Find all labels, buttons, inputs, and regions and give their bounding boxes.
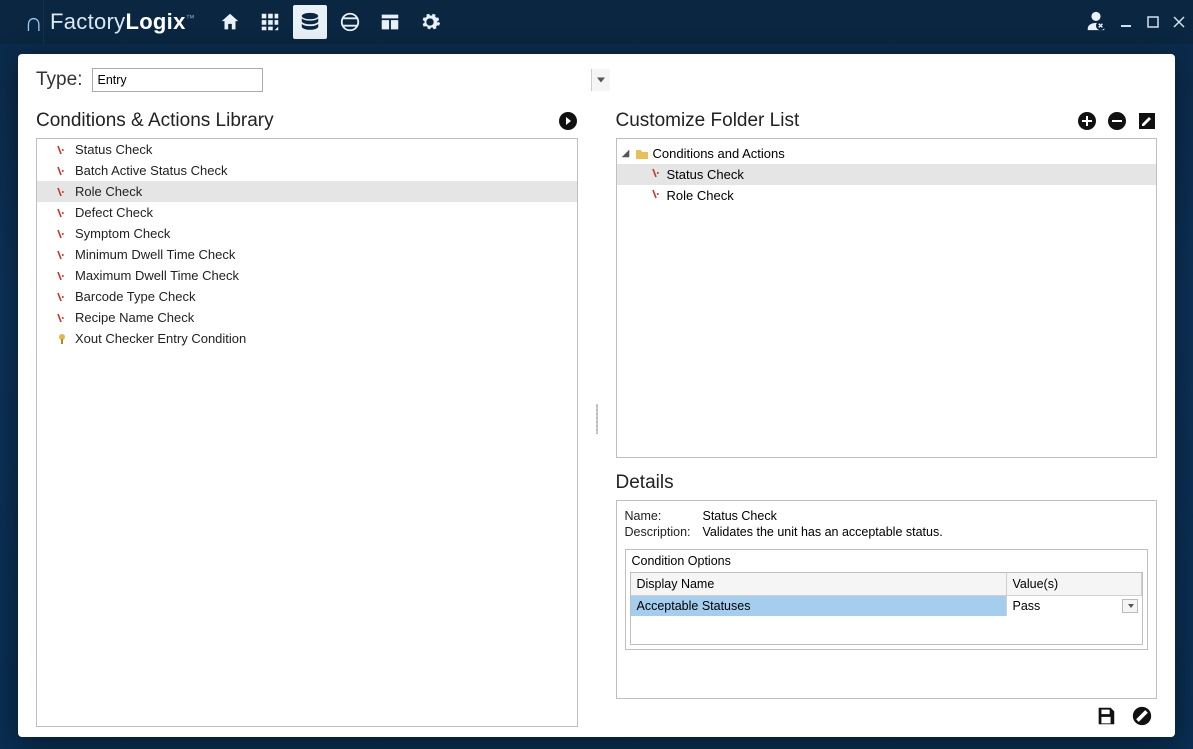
main-panel: Type: Conditions & Actions Library Statu…	[18, 54, 1175, 737]
library-item[interactable]: Minimum Dwell Time Check	[37, 244, 577, 265]
close-icon[interactable]	[1173, 16, 1185, 28]
col-display-name: Display Name	[631, 573, 1007, 596]
window-icon[interactable]	[373, 5, 407, 39]
globe-icon[interactable]	[333, 5, 367, 39]
type-row: Type:	[36, 68, 1157, 92]
check-icon	[55, 269, 69, 283]
tree-item-label: Status Check	[667, 167, 744, 182]
library-column: Conditions & Actions Library Status Chec…	[36, 110, 578, 727]
library-item[interactable]: Batch Active Status Check	[37, 160, 577, 181]
toolbar	[213, 5, 447, 39]
library-item-label: Xout Checker Entry Condition	[75, 331, 246, 346]
library-item-label: Batch Active Status Check	[75, 163, 227, 178]
grid-icon[interactable]	[253, 5, 287, 39]
library-item[interactable]: Symptom Check	[37, 223, 577, 244]
col-values: Value(s)	[1007, 573, 1143, 596]
check-icon	[55, 311, 69, 325]
splitter[interactable]	[594, 110, 600, 727]
brand-part2: Logix	[125, 9, 185, 34]
check-icon	[55, 185, 69, 199]
check-icon	[55, 206, 69, 220]
library-item-label: Defect Check	[75, 205, 153, 220]
edit-icon[interactable]	[1137, 111, 1157, 131]
collapse-icon[interactable]: ◢	[621, 148, 631, 159]
check-icon	[651, 188, 663, 203]
library-item-label: Minimum Dwell Time Check	[75, 247, 235, 262]
library-item[interactable]: Maximum Dwell Time Check	[37, 265, 577, 286]
tree-item-label: Role Check	[667, 188, 734, 203]
tree-root-label: Conditions and Actions	[653, 146, 785, 161]
type-select[interactable]	[92, 68, 263, 92]
database-icon[interactable]	[293, 5, 327, 39]
library-list[interactable]: Status Check Batch Active Status Check Rol…	[36, 138, 578, 727]
remove-icon[interactable]	[1107, 111, 1127, 131]
check-icon	[55, 164, 69, 178]
type-label: Type:	[36, 69, 82, 91]
app-logo: ∩	[0, 0, 44, 44]
library-item-label: Symptom Check	[75, 226, 170, 241]
brand-text: FactoryLogix™	[44, 9, 195, 35]
footer-actions	[616, 699, 1158, 727]
details-title: Details	[616, 472, 1158, 494]
brand-part1: Factory	[50, 9, 125, 34]
cancel-icon[interactable]	[1131, 705, 1153, 727]
move-right-icon[interactable]	[558, 111, 578, 131]
tree-item[interactable]: Status Check	[617, 164, 1157, 185]
library-item[interactable]: Barcode Type Check	[37, 286, 577, 307]
user-icon[interactable]	[1085, 10, 1107, 35]
library-item[interactable]: Status Check	[37, 139, 577, 160]
home-icon[interactable]	[213, 5, 247, 39]
folder-column: Customize Folder List ◢ Conditions and Ac…	[616, 110, 1158, 727]
library-item-label: Barcode Type Check	[75, 289, 195, 304]
tree-item[interactable]: Role Check	[617, 185, 1157, 206]
options-row[interactable]: Acceptable Statuses Pass	[631, 596, 1143, 616]
maximize-icon[interactable]	[1147, 16, 1159, 28]
row-value: Pass	[1013, 599, 1041, 613]
check-icon	[651, 167, 663, 182]
desc-value: Validates the unit has an acceptable sta…	[703, 525, 943, 539]
condition-options: Condition Options Display Name Value(s) …	[625, 549, 1149, 650]
save-icon[interactable]	[1095, 705, 1117, 727]
add-icon[interactable]	[1077, 111, 1097, 131]
check-icon	[55, 290, 69, 304]
library-item-label: Role Check	[75, 184, 142, 199]
tree-root[interactable]: ◢ Conditions and Actions	[617, 143, 1157, 164]
library-item[interactable]: Xout Checker Entry Condition	[37, 328, 577, 349]
library-item-label: Status Check	[75, 142, 152, 157]
gear-icon[interactable]	[413, 5, 447, 39]
check-icon	[55, 227, 69, 241]
row-display-name: Acceptable Statuses	[631, 596, 1007, 616]
library-title: Conditions & Actions Library	[36, 110, 274, 132]
name-label: Name:	[625, 509, 695, 523]
row-value-select[interactable]: Pass	[1007, 596, 1143, 616]
options-title: Condition Options	[626, 550, 1148, 572]
folder-title: Customize Folder List	[616, 110, 800, 132]
desc-label: Description:	[625, 525, 695, 539]
check-icon	[55, 248, 69, 262]
library-item[interactable]: Defect Check	[37, 202, 577, 223]
details-panel: Details Name: Status Check Description: Va…	[616, 472, 1158, 699]
xout-icon	[55, 332, 69, 346]
name-value: Status Check	[703, 509, 777, 523]
options-grid: Display Name Value(s) Acceptable Statuse…	[630, 572, 1144, 645]
folder-tree[interactable]: ◢ Conditions and Actions Status Check Role …	[616, 138, 1158, 458]
library-item-label: Recipe Name Check	[75, 310, 194, 325]
folder-icon	[635, 147, 649, 161]
library-item-label: Maximum Dwell Time Check	[75, 268, 239, 283]
library-item[interactable]: Role Check	[37, 181, 577, 202]
check-icon	[55, 143, 69, 157]
title-bar: ∩ FactoryLogix™	[0, 0, 1193, 44]
library-item[interactable]: Recipe Name Check	[37, 307, 577, 328]
minimize-icon[interactable]	[1121, 16, 1133, 28]
